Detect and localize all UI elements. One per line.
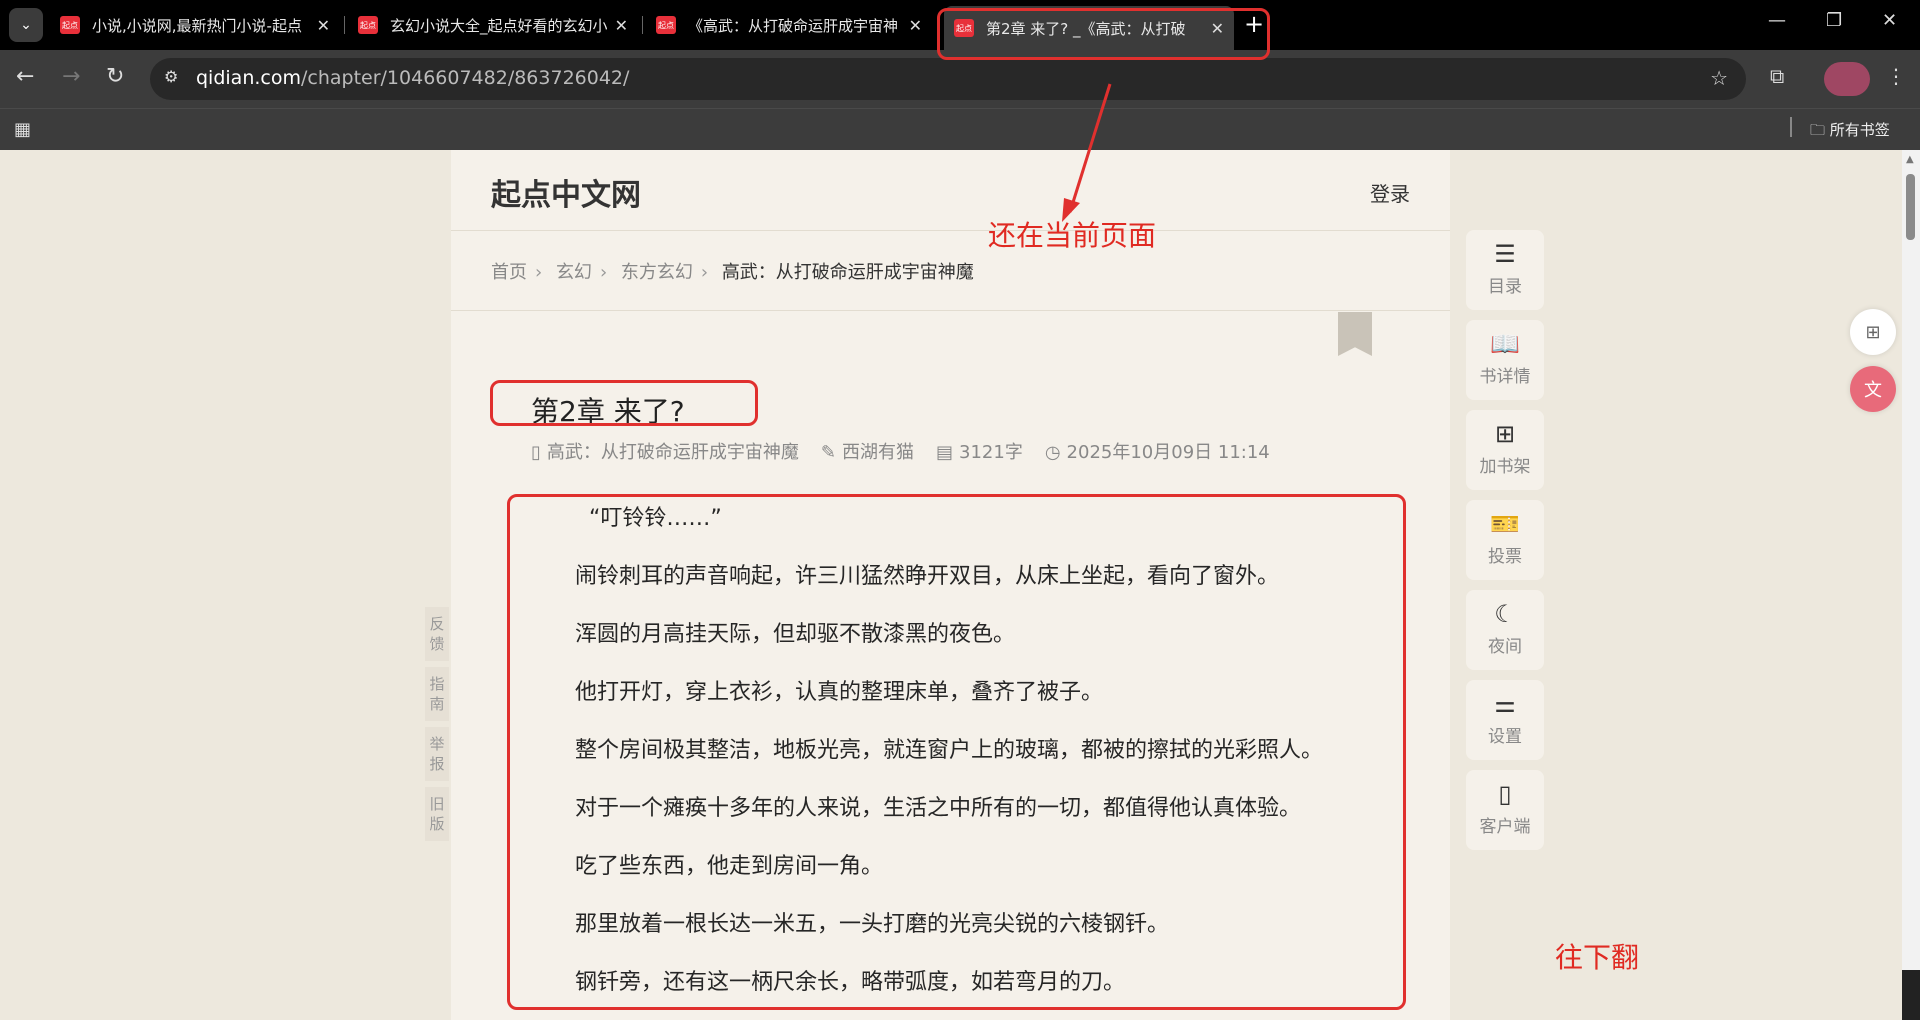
annotation-scroll-down: 往下翻 xyxy=(1555,941,1640,974)
annotation-box-chapter-title xyxy=(490,380,758,426)
annotation-box-content xyxy=(507,494,1406,1010)
annotation-current-page: 还在当前页面 xyxy=(988,219,1157,252)
